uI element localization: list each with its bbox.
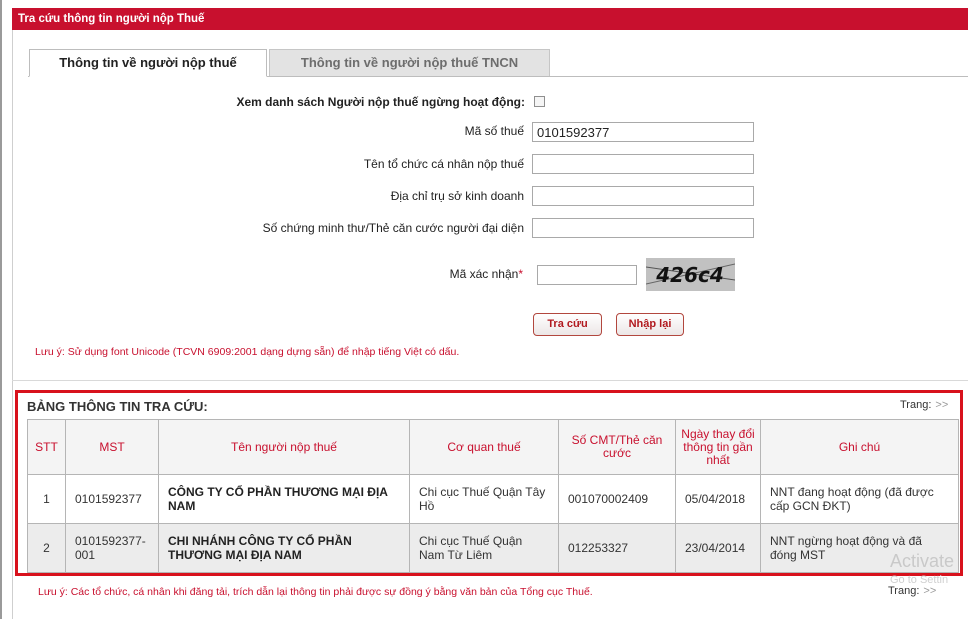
col-tax-agency: Cơ quan thuế — [409, 419, 559, 475]
cell-notes: NNT đang hoạt động (đã được cấp GCN ĐKT) — [760, 474, 959, 524]
col-notes: Ghi chú — [760, 419, 959, 475]
next-page-link[interactable]: >> — [923, 585, 936, 597]
table-row: 2 0101592377-001 CHI NHÁNH CÔNG TY CỔ PH… — [27, 523, 959, 573]
cell-id-number: 012253327 — [558, 523, 676, 573]
table-header-row: STT MST Tên người nộp thuế Cơ quan thuế … — [27, 419, 959, 475]
col-mst: MST — [65, 419, 159, 475]
address-label: Địa chỉ trụ sở kinh doanh — [390, 189, 524, 203]
required-mark: * — [518, 267, 523, 281]
org-name-label: Tên tổ chức cá nhân nộp thuế — [363, 157, 524, 171]
search-button[interactable]: Tra cứu — [533, 313, 602, 336]
unicode-note: Lưu ý: Sử dụng font Unicode (TCVN 6909:2… — [35, 346, 460, 358]
pagination-top: Trang: >> — [900, 399, 948, 411]
col-stt: STT — [27, 419, 66, 475]
cell-last-changed: 05/04/2018 — [675, 474, 761, 524]
cell-stt: 2 — [27, 523, 66, 573]
table-row: 1 0101592377 CÔNG TY CỔ PHẦN THƯƠNG MẠI … — [27, 474, 959, 524]
captcha-label: Mã xác nhận* — [360, 267, 523, 281]
activation-watermark: Activate — [890, 551, 955, 571]
captcha-label-text: Mã xác nhận — [449, 267, 519, 281]
captcha-image: 426c4 — [646, 258, 735, 291]
tab-taxpayer-info[interactable]: Thông tin về người nộp thuế — [29, 49, 267, 77]
col-id-number: Số CMT/Thẻ căn cước — [558, 419, 676, 475]
cell-mst: 0101592377 — [65, 474, 159, 524]
cell-taxpayer-name: CHI NHÁNH CÔNG TY CỔ PHẦN THƯƠNG MẠI ĐỊA… — [158, 523, 410, 573]
results-title: BẢNG THÔNG TIN TRA CỨU: — [27, 399, 208, 414]
tax-code-input[interactable] — [532, 122, 754, 142]
id-number-label: Số chứng minh thư/Thẻ căn cước người đại… — [262, 221, 524, 235]
page-label: Trang: — [900, 399, 932, 411]
captcha-input[interactable] — [537, 265, 637, 285]
cell-tax-agency: Chi cục Thuế Quận Tây Hồ — [409, 474, 559, 524]
page-label: Trang: — [888, 585, 920, 597]
section-divider — [12, 380, 968, 381]
cell-tax-agency: Chi cục Thuế Quận Nam Từ Liêm — [409, 523, 559, 573]
tax-code-label: Mã số thuế — [464, 124, 524, 138]
col-last-changed: Ngày thay đổi thông tin gần nhất — [675, 419, 761, 475]
address-input[interactable] — [532, 186, 754, 206]
left-border — [0, 0, 2, 619]
copyright-note: Lưu ý: Các tổ chức, cá nhân khi đăng tải… — [38, 586, 593, 598]
col-taxpayer-name: Tên người nộp thuế — [158, 419, 410, 475]
cell-taxpayer-name: CÔNG TY CỔ PHẦN THƯƠNG MẠI ĐỊA NAM — [158, 474, 410, 524]
tab-tncn-taxpayer-info[interactable]: Thông tin về người nộp thuế TNCN — [269, 49, 550, 77]
cell-last-changed: 23/04/2014 — [675, 523, 761, 573]
reset-button[interactable]: Nhập lại — [616, 313, 684, 336]
cell-id-number: 001070002409 — [558, 474, 676, 524]
inactive-list-checkbox[interactable] — [534, 96, 545, 107]
id-number-input[interactable] — [532, 218, 754, 238]
next-page-link[interactable]: >> — [935, 399, 948, 411]
cell-stt: 1 — [27, 474, 66, 524]
cell-mst: 0101592377-001 — [65, 523, 159, 573]
captcha-text: 426c4 — [655, 263, 724, 287]
window-title: Tra cứu thông tin người nộp Thuế — [12, 8, 968, 30]
results-table: STT MST Tên người nộp thuế Cơ quan thuế … — [27, 419, 959, 573]
page: Tra cứu thông tin người nộp Thuế Thông t… — [0, 0, 968, 619]
pagination-bottom: Trang: >> — [888, 585, 936, 597]
org-name-input[interactable] — [532, 154, 754, 174]
inactive-list-label: Xem danh sách Người nộp thuế ngừng hoạt … — [236, 95, 525, 109]
